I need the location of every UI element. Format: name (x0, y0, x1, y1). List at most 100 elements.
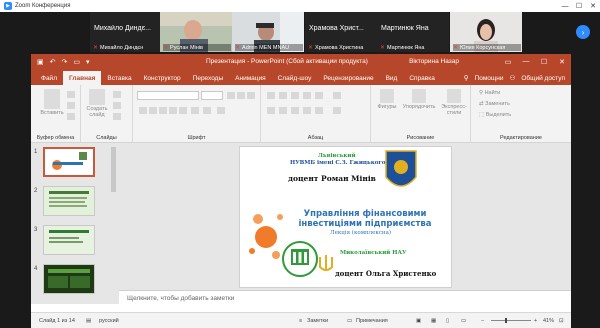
notes-toggle[interactable]: Заметки (307, 318, 328, 324)
participant-tile[interactable]: Мартинюк Яна ✕ Мартинюк Яна (377, 12, 449, 52)
close-icon[interactable]: ✕ (586, 0, 600, 12)
close-icon[interactable]: ✕ (553, 58, 571, 66)
user-name[interactable]: Вікторина Назар (409, 58, 459, 65)
slide-thumbnail[interactable] (43, 186, 95, 216)
slide-thumbnail[interactable] (43, 147, 95, 177)
maximize-icon[interactable]: ☐ (572, 0, 586, 12)
quick-styles-button[interactable]: Экспресс-стили (437, 89, 471, 116)
zoom-out-icon[interactable]: − (481, 318, 484, 324)
save-icon[interactable]: ▣ (37, 58, 44, 66)
tell-me-button[interactable]: Помощни (475, 75, 504, 82)
new-slide-button[interactable]: Создать слайд (85, 89, 109, 118)
slide-thumbnail[interactable] (43, 264, 95, 294)
slideshow-view-icon[interactable]: ▭ (461, 318, 466, 324)
muted-mic-icon: ✕ (308, 45, 314, 51)
crest-emblem (394, 160, 408, 174)
cut-icon[interactable] (67, 91, 75, 98)
find-button[interactable]: ⚲ Найти (479, 90, 500, 96)
tab-home[interactable]: Главная (62, 71, 102, 85)
replace-button[interactable]: ⇄ Заменить (479, 101, 510, 107)
align-center-icon[interactable] (279, 107, 287, 114)
char-spacing-icon[interactable] (191, 107, 199, 114)
slide-title-line1: Управління фінансовими (303, 209, 427, 219)
thumb-number: 1 (34, 149, 38, 155)
italic-icon[interactable] (149, 107, 157, 114)
tab-slideshow[interactable]: Слайд-шоу (272, 71, 318, 85)
ppt-titlebar: ▣ ↶ ↷ ▭ ▾ Презентация - PowerPoint (Сбой… (31, 54, 571, 69)
slide-sorter-icon[interactable]: ▦ (431, 318, 436, 324)
redo-icon[interactable]: ↷ (62, 58, 68, 66)
next-page-button[interactable]: › (576, 25, 590, 39)
font-name-select[interactable] (137, 91, 199, 100)
line-spacing-icon[interactable] (315, 92, 323, 99)
language-indicator[interactable]: русский (99, 318, 119, 324)
format-painter-icon[interactable] (67, 113, 75, 120)
increase-indent-icon[interactable] (303, 92, 311, 99)
clear-format-icon[interactable] (247, 92, 255, 99)
tab-animations[interactable]: Анимация (229, 71, 272, 85)
arrange-button[interactable]: Упорядочить (401, 89, 437, 110)
tab-insert[interactable]: Вставка (101, 71, 137, 85)
reading-view-icon[interactable]: ▯ (446, 318, 449, 324)
shadow-icon[interactable] (179, 107, 187, 114)
slideshow-icon[interactable]: ▭ (73, 58, 80, 66)
participant-tile[interactable]: Михайло Диндє... ✕ Михайло Диндєн (90, 12, 162, 52)
tab-file[interactable]: Файл (35, 71, 63, 85)
bold-icon[interactable] (139, 107, 147, 114)
participant-tile-video[interactable]: ✕ Admin MEN MNAU (232, 12, 304, 52)
grow-font-icon[interactable] (227, 92, 235, 99)
reset-icon[interactable] (113, 102, 121, 109)
notes-pane[interactable]: Щелкните, чтобы добавить заметки (119, 290, 571, 306)
paste-button[interactable]: Вставить (39, 89, 65, 116)
undo-icon[interactable]: ↶ (50, 58, 56, 66)
zoom-slider[interactable] (491, 318, 531, 323)
customize-qat-icon[interactable]: ▾ (86, 58, 90, 66)
smartart-icon[interactable] (333, 107, 341, 114)
tab-review[interactable]: Рецензирование (317, 71, 379, 85)
slide-subtitle: Лекція (комплексна) (330, 230, 391, 236)
section-icon[interactable] (113, 113, 121, 120)
font-color-icon[interactable] (217, 107, 225, 114)
comments-toggle[interactable]: Примечания (356, 318, 388, 324)
strikethrough-icon[interactable] (169, 107, 177, 114)
shapes-button[interactable]: Фигуры (373, 89, 401, 110)
current-slide[interactable]: Львівський НУВМБ імені С.З. Гжицького до… (239, 146, 452, 288)
spellcheck-icon[interactable]: ▤ (86, 318, 91, 324)
thumbnail-scrollbar[interactable] (111, 147, 116, 192)
participant-tile[interactable]: Храмова Христ... ✕ Храмова Христина (305, 12, 377, 52)
align-right-icon[interactable] (291, 107, 299, 114)
bullets-icon[interactable] (267, 92, 275, 99)
zoom-in-icon[interactable]: + (534, 318, 537, 324)
copy-icon[interactable] (67, 102, 75, 109)
tab-help[interactable]: Справка (403, 71, 441, 85)
minimize-icon[interactable]: — (517, 58, 535, 66)
tab-transitions[interactable]: Переходы (187, 71, 230, 85)
group-label: Буфер обмена (36, 135, 75, 141)
columns-icon[interactable] (315, 107, 323, 114)
select-button[interactable]: ⬚ Выделить (479, 112, 511, 118)
text-direction-icon[interactable] (333, 92, 341, 99)
align-left-icon[interactable] (267, 107, 275, 114)
slide-thumbnail[interactable] (43, 225, 95, 255)
participant-tile-video[interactable]: ✕ Юлия Корсунская (450, 12, 522, 52)
group-font: Шрифт (133, 85, 261, 143)
share-button[interactable]: Общий доступ (521, 75, 565, 82)
minimize-icon[interactable]: — (558, 0, 572, 12)
font-size-select[interactable] (201, 91, 223, 100)
layout-icon[interactable] (113, 91, 121, 98)
normal-view-icon[interactable]: ▣ (416, 318, 421, 324)
tab-design[interactable]: Конструктор (138, 71, 187, 85)
justify-icon[interactable] (303, 107, 311, 114)
tab-view[interactable]: Вид (380, 71, 404, 85)
shrink-font-icon[interactable] (237, 92, 245, 99)
zoom-slider-knob[interactable] (505, 318, 507, 323)
decrease-indent-icon[interactable] (291, 92, 299, 99)
fit-slide-icon[interactable]: ⊡ (559, 318, 564, 324)
participant-tile-video[interactable]: ✕ Руслан Мінів (160, 12, 232, 52)
ribbon-display-icon[interactable]: ▭ (499, 58, 517, 66)
zoom-level[interactable]: 41% (543, 318, 554, 324)
maximize-icon[interactable]: ☐ (535, 58, 553, 66)
change-case-icon[interactable] (203, 107, 211, 114)
underline-icon[interactable] (159, 107, 167, 114)
numbering-icon[interactable] (279, 92, 287, 99)
